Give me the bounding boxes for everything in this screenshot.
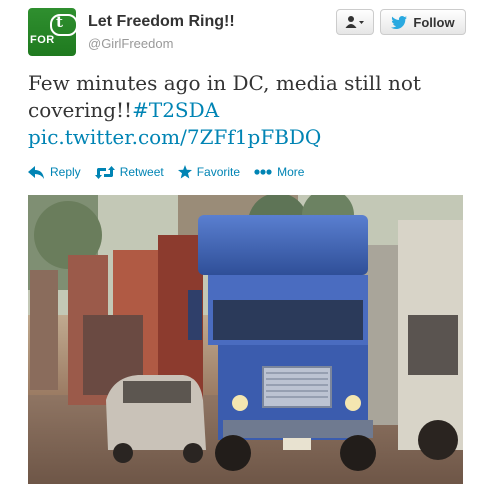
retweet-icon xyxy=(94,165,115,179)
avatar-logo-mark: t xyxy=(56,13,63,31)
more-label: More xyxy=(277,165,305,179)
user-actions-button[interactable] xyxy=(336,9,374,35)
avatar-logo-ring xyxy=(50,14,76,36)
display-name[interactable]: Let Freedom Ring!! xyxy=(88,13,235,31)
retweet-label: Retweet xyxy=(119,165,164,179)
tweet-text: Few minutes ago in DC, media still not c… xyxy=(28,70,458,151)
reply-label: Reply xyxy=(50,165,81,179)
follow-button[interactable]: Follow xyxy=(380,9,466,35)
reply-icon xyxy=(28,165,44,179)
star-icon xyxy=(177,165,192,179)
follow-label: Follow xyxy=(413,14,455,30)
reply-action[interactable]: Reply xyxy=(28,165,81,179)
tweet-photo[interactable] xyxy=(28,195,463,484)
twitter-bird-icon xyxy=(391,15,408,29)
tweet-body: Few minutes ago in DC, media still not c… xyxy=(28,71,421,122)
avatar[interactable]: t FOR xyxy=(28,8,76,56)
hashtag-link[interactable]: #T2SDA xyxy=(132,98,219,122)
more-icon xyxy=(254,169,272,175)
user-handle[interactable]: @GirlFreedom xyxy=(88,36,173,51)
avatar-text: FOR xyxy=(30,34,55,46)
favorite-action[interactable]: Favorite xyxy=(177,165,241,179)
favorite-label: Favorite xyxy=(196,165,241,179)
retweet-action[interactable]: Retweet xyxy=(94,165,164,179)
trucks-photo-illustration xyxy=(28,195,463,484)
person-icon xyxy=(345,16,364,28)
tweet-actions: Reply Retweet Favorite More xyxy=(28,165,304,179)
media-link[interactable]: pic.twitter.com/7ZFf1pFBDQ xyxy=(28,125,321,149)
more-action[interactable]: More xyxy=(254,165,304,179)
